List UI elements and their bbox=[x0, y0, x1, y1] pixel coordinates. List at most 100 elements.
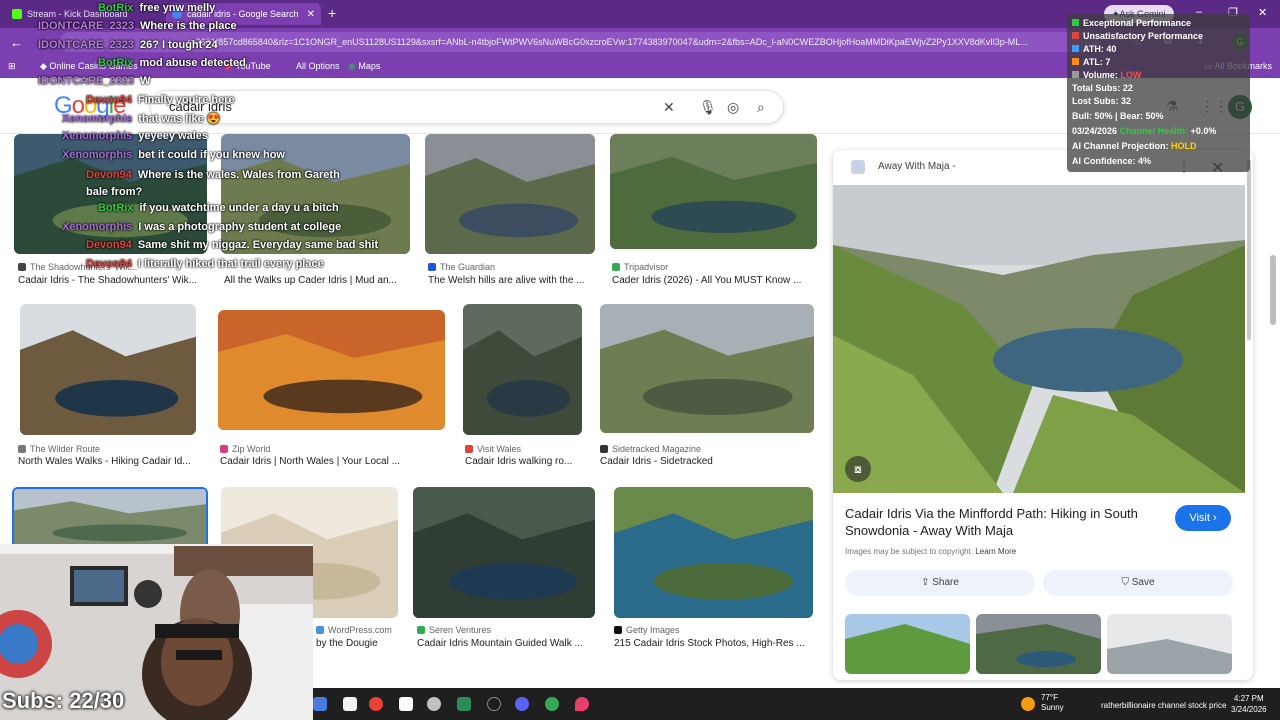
new-tab-button[interactable]: + bbox=[328, 5, 336, 21]
result-image[interactable] bbox=[413, 487, 595, 618]
notepad-taskbar-icon[interactable] bbox=[399, 697, 413, 711]
result-caption[interactable]: Cadair Idris walking ro... bbox=[465, 456, 580, 467]
result-image[interactable] bbox=[610, 134, 817, 249]
chat-text: yeyeey wales bbox=[138, 130, 209, 142]
source-favicon-icon bbox=[417, 626, 425, 634]
chat-username: Devon94 bbox=[86, 94, 132, 106]
lens-camera-icon[interactable]: ◎ bbox=[727, 99, 739, 116]
chat-username: Xenomorphis bbox=[62, 221, 133, 233]
result-source[interactable]: WordPress.com bbox=[316, 625, 392, 635]
source-favicon-icon bbox=[18, 263, 26, 271]
save-button[interactable]: ⛉ Save bbox=[1043, 570, 1233, 596]
chat-text: free ynw melly bbox=[139, 2, 216, 14]
stock-ticker: ratherbillionaire channel stock price bbox=[1101, 701, 1227, 710]
maps-taskbar-icon[interactable] bbox=[575, 697, 589, 711]
channel-stats-overlay: Exceptional Performance Unsatisfactory P… bbox=[1067, 14, 1250, 172]
clear-search-icon[interactable]: ✕ bbox=[663, 99, 675, 116]
bookmark-all-options[interactable]: All Options bbox=[296, 61, 340, 71]
chat-message: Devon94 Where is the wales. Wales from Ga… bbox=[86, 167, 346, 201]
system-clock[interactable]: 4:27 PM 3/24/2026 bbox=[1231, 693, 1267, 715]
visit-button[interactable]: Visit › bbox=[1175, 505, 1231, 531]
result-source[interactable]: Zip World bbox=[220, 444, 270, 454]
result-caption[interactable]: Cadair Idris - Sidetracked bbox=[600, 456, 810, 467]
subs-counter: Subs: 22/30 bbox=[2, 688, 125, 713]
result-source[interactable]: Getty Images bbox=[614, 625, 680, 635]
result-image[interactable] bbox=[600, 304, 814, 433]
taskbar: 77°F Sunny ratherbillionaire channel stoc… bbox=[313, 688, 1280, 720]
result-image[interactable] bbox=[614, 487, 813, 618]
result-caption[interactable]: by the Dougie bbox=[316, 638, 396, 649]
chat-text: mod abuse detected bbox=[139, 57, 246, 69]
stat-channel-health: 03/24/2026 Channel Health: +0.0% bbox=[1072, 126, 1217, 136]
close-window-icon[interactable]: ✕ bbox=[1258, 6, 1267, 19]
result-image[interactable] bbox=[20, 304, 196, 435]
stat-ath: ATH: 40 bbox=[1072, 44, 1116, 54]
chat-username: Devon94 bbox=[86, 258, 132, 270]
visual-search-icon[interactable]: ⧇ bbox=[845, 456, 871, 482]
stat-total-subs: Total Subs: 22 bbox=[1072, 83, 1133, 93]
result-image[interactable] bbox=[12, 487, 208, 552]
result-caption[interactable]: Cadair Idris | North Wales | Your Local … bbox=[220, 456, 410, 467]
app-taskbar-icon[interactable] bbox=[313, 697, 327, 711]
result-image[interactable] bbox=[425, 134, 595, 254]
result-source[interactable]: The Wilder Route bbox=[18, 444, 100, 454]
result-image[interactable] bbox=[463, 304, 582, 435]
chat-text: I was a photography student at college bbox=[138, 221, 342, 233]
stat-bull-bear: Bull: 50% | Bear: 50% bbox=[1072, 111, 1164, 121]
result-source[interactable]: Seren Ventures bbox=[417, 625, 491, 635]
panel-scrollbar[interactable] bbox=[1247, 160, 1251, 340]
result-caption[interactable]: All the Walks up Cader Idris | Mud an... bbox=[224, 275, 410, 286]
panel-source[interactable]: Away With Maja - bbox=[878, 161, 956, 172]
result-image[interactable] bbox=[218, 310, 445, 430]
casino-icon: ◆ bbox=[40, 61, 50, 71]
microphone-icon[interactable]: 🎙 bbox=[699, 99, 717, 116]
chat-text: Where is the place bbox=[139, 20, 237, 32]
chat-username: Xenomorphis bbox=[62, 113, 133, 125]
chat-text: that was like 😍 bbox=[138, 113, 221, 125]
stat-projection: AI Channel Projection: HOLD bbox=[1072, 141, 1197, 151]
bookmark-maps[interactable]: ◉ Maps bbox=[348, 61, 380, 72]
chrome-taskbar-icon[interactable] bbox=[369, 697, 383, 711]
file-taskbar-icon[interactable] bbox=[343, 697, 357, 711]
result-source[interactable]: The Guardian bbox=[428, 262, 495, 272]
chat-message: BotRix if you watchtime under a day u a b… bbox=[98, 202, 339, 214]
chat-username: Devon94 bbox=[86, 169, 132, 181]
chat-message: Xenomorphis that was like 😍 bbox=[62, 112, 220, 125]
result-source[interactable]: Sidetracked Magazine bbox=[600, 444, 701, 454]
result-caption[interactable]: The Welsh hills are alive with the ... bbox=[428, 275, 596, 286]
chat-username: IDONTCARE_2323 bbox=[38, 20, 134, 32]
obs-taskbar-icon[interactable] bbox=[487, 697, 501, 711]
result-caption[interactable]: North Wales Walks - Hiking Cadair Id... bbox=[18, 456, 198, 467]
result-caption[interactable]: Cadair Idris - The Shadowhunters' Wik... bbox=[18, 275, 204, 286]
chat-message: IDONTCARE_2323 W bbox=[38, 75, 150, 87]
share-button[interactable]: ⇪ Share bbox=[845, 570, 1035, 596]
chat-message: BotRix free ynw melly bbox=[98, 2, 215, 14]
related-image-thumb[interactable] bbox=[845, 614, 970, 674]
result-caption[interactable]: Cader Idris (2026) - All You MUST Know .… bbox=[612, 275, 812, 286]
result-caption[interactable]: 215 Cadair Idris Stock Photos, High-Res … bbox=[614, 638, 814, 649]
learn-more-link[interactable]: Learn More bbox=[975, 547, 1016, 556]
preview-image[interactable] bbox=[833, 185, 1245, 493]
source-favicon-icon bbox=[600, 445, 608, 453]
panel-title[interactable]: Cadair Idris Via the Minffordd Path: Hik… bbox=[845, 505, 1165, 539]
back-arrow-icon[interactable]: ← bbox=[10, 35, 23, 50]
discord-taskbar-icon[interactable] bbox=[515, 697, 529, 711]
result-source[interactable]: Tripadvisor bbox=[612, 262, 668, 272]
apps-grid-icon[interactable]: ⊞ bbox=[8, 61, 16, 72]
chat-message: Devon94 Same shit my niggaz. Everyday sam… bbox=[86, 239, 378, 251]
related-image-thumb[interactable] bbox=[976, 614, 1101, 674]
page-scrollbar[interactable] bbox=[1270, 255, 1276, 325]
settings-taskbar-icon[interactable] bbox=[427, 697, 441, 711]
source-favicon-icon bbox=[316, 626, 324, 634]
close-tab-icon[interactable]: ✕ bbox=[307, 9, 315, 20]
stat-unsatisfactory: Unsatisfactory Performance bbox=[1072, 31, 1203, 41]
related-image-thumb[interactable] bbox=[1107, 614, 1232, 674]
result-source[interactable]: Visit Wales bbox=[465, 444, 521, 454]
source-favicon-icon bbox=[614, 626, 622, 634]
search-input[interactable] bbox=[169, 99, 649, 114]
weather-widget[interactable]: 77°F Sunny bbox=[1041, 693, 1064, 713]
search-icon[interactable]: ⌕ bbox=[757, 99, 765, 116]
chrome2-taskbar-icon[interactable] bbox=[545, 697, 559, 711]
result-caption[interactable]: Cadair Idris Mountain Guided Walk ... bbox=[417, 638, 595, 649]
app2-taskbar-icon[interactable] bbox=[457, 697, 471, 711]
